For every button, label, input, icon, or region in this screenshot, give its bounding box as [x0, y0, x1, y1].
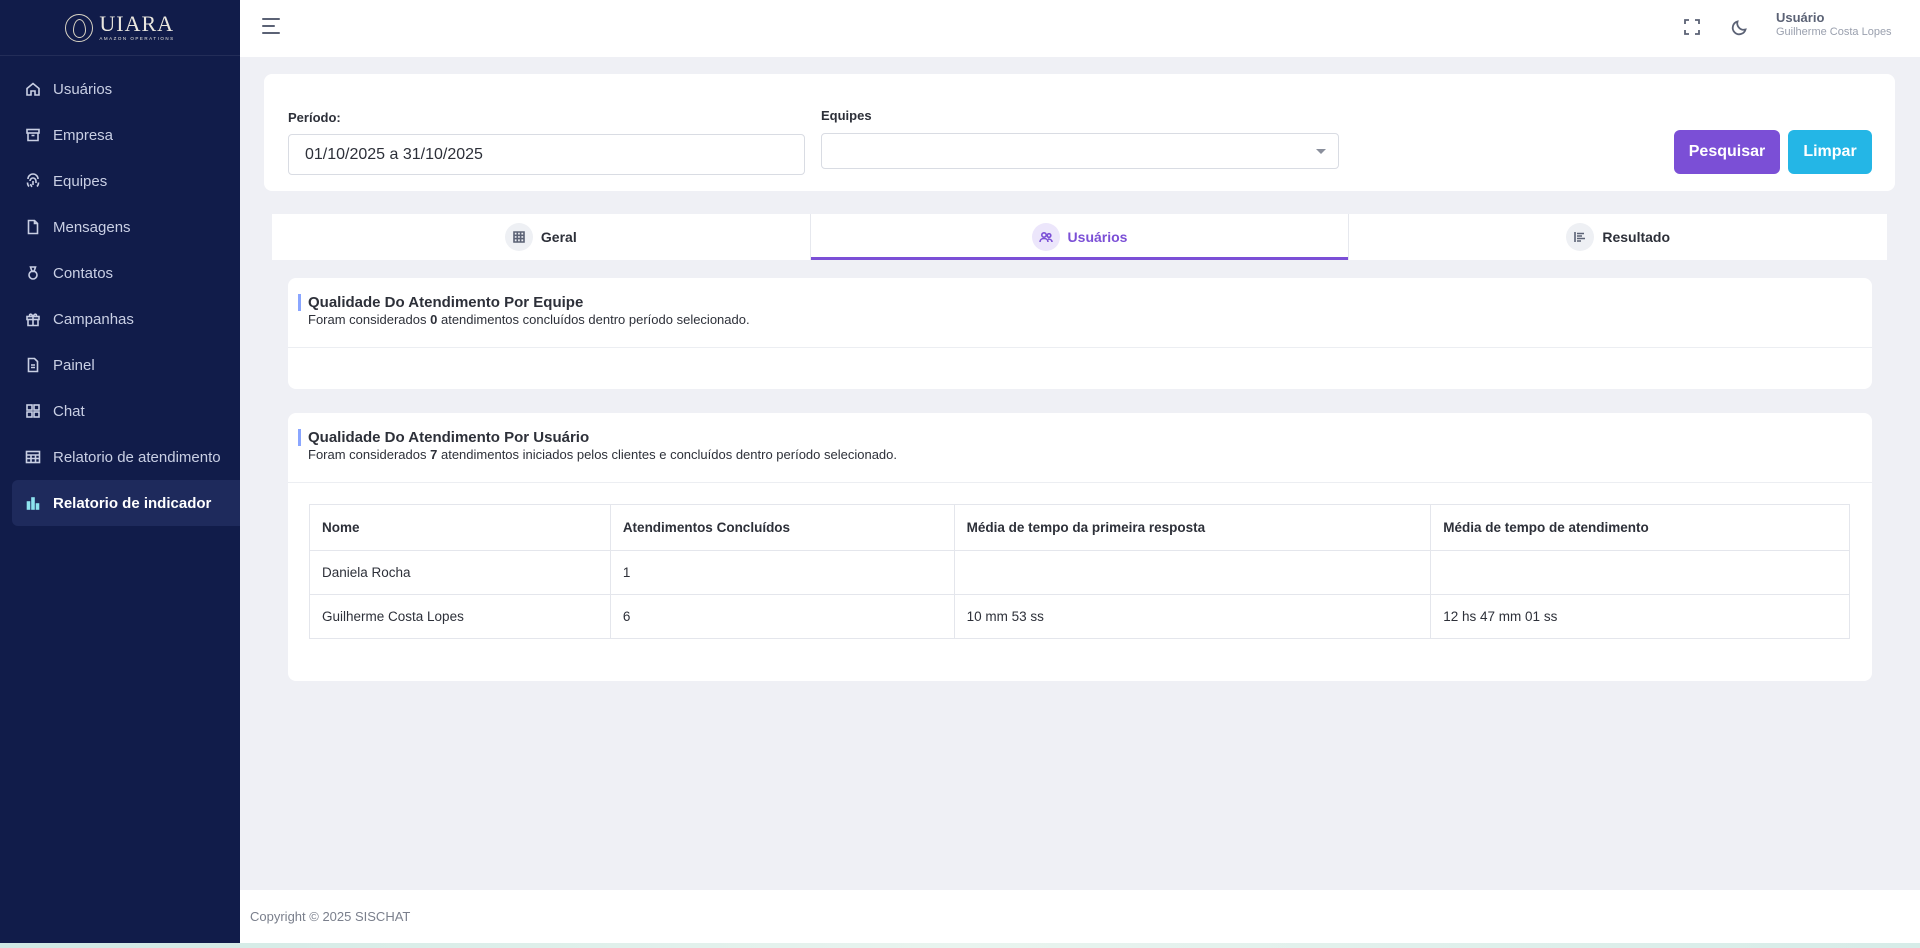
cell-primeira-resposta [953, 550, 1432, 595]
sidebar-item-relatorio-indicador[interactable]: Relatorio de indicador [12, 480, 240, 526]
grid-pattern-icon [504, 223, 533, 251]
tab-label: Resultado [1602, 229, 1671, 245]
teams-label: Equipes [821, 108, 872, 123]
cell-primeira-resposta: 10 mm 53 ss [953, 594, 1432, 639]
table-icon [25, 450, 41, 464]
sidebar-nav: Usuários Empresa Equipes Mensagens Conta… [0, 56, 240, 526]
sidebar-item-campanhas[interactable]: Campanhas [12, 296, 240, 342]
column-header-atendimentos[interactable]: Atendimentos Concluídos [609, 504, 955, 551]
sidebar-item-chat[interactable]: Chat [12, 388, 240, 434]
sidebar-item-label: Chat [53, 402, 85, 420]
user-quality-title: Qualidade Do Atendimento Por Usuário [298, 429, 1862, 446]
users-icon [1031, 223, 1060, 251]
brand-logo: UIARA AMAZON OPERATIONS [65, 13, 174, 42]
copyright-text: Copyright © 2025 SISCHAT [250, 909, 411, 924]
teams-select[interactable] [821, 133, 1339, 169]
tab-usuarios[interactable]: Usuários [810, 214, 1350, 260]
sidebar-item-relatorio-atendimento[interactable]: Relatorio de atendimento [12, 434, 240, 480]
logo-area[interactable]: UIARA AMAZON OPERATIONS [0, 0, 240, 56]
sidebar-item-label: Campanhas [53, 310, 134, 328]
bottom-strip [0, 943, 1920, 948]
sidebar-item-label: Empresa [53, 126, 114, 144]
cell-nome: Daniela Rocha [309, 550, 611, 595]
user-quality-card: Qualidade Do Atendimento Por Usuário For… [288, 413, 1872, 681]
sidebar-item-equipes[interactable]: Equipes [12, 158, 240, 204]
cell-nome: Guilherme Costa Lopes [309, 594, 611, 639]
cell-atendimentos: 1 [609, 550, 955, 595]
sidebar-item-usuarios[interactable]: Usuários [12, 66, 240, 112]
sidebar-item-mensagens[interactable]: Mensagens [12, 204, 240, 250]
document-icon [27, 357, 39, 373]
user-menu[interactable]: Usuário Guilherme Costa Lopes [1776, 10, 1892, 39]
bar-list-icon [1566, 223, 1595, 251]
column-header-nome[interactable]: Nome [309, 504, 611, 551]
fingerprint-icon [26, 173, 40, 188]
user-quality-table: Nome Atendimentos Concluídos Média de te… [309, 504, 1850, 639]
cell-tempo-atendimento: 12 hs 47 mm 01 ss [1430, 594, 1850, 639]
filter-card: Período: 01/10/2025 a 31/10/2025 Equipes… [264, 74, 1895, 191]
file-icon [27, 219, 39, 235]
column-header-tempo-atendimento[interactable]: Média de tempo de atendimento [1430, 504, 1850, 551]
cell-tempo-atendimento [1430, 550, 1850, 595]
report-tabs: Geral Usuários Resultado [272, 214, 1887, 260]
chevron-down-icon [1316, 149, 1326, 154]
team-quality-card: Qualidade Do Atendimento Por Equipe Fora… [288, 278, 1872, 389]
sidebar-item-painel[interactable]: Painel [12, 342, 240, 388]
table-row: Guilherme Costa Lopes 6 10 mm 53 ss 12 h… [309, 594, 1850, 639]
sidebar-item-label: Equipes [53, 172, 108, 190]
medal-icon [28, 266, 38, 280]
sidebar-item-label: Relatorio de indicador [53, 494, 212, 512]
column-header-primeira-resposta[interactable]: Média de tempo da primeira resposta [953, 504, 1432, 551]
tab-label: Geral [540, 229, 577, 245]
moon-icon[interactable] [1730, 17, 1750, 37]
tab-label: Usuários [1067, 229, 1128, 245]
clear-button[interactable]: Limpar [1788, 130, 1872, 174]
sidebar-item-contatos[interactable]: Contatos [12, 250, 240, 296]
team-quality-count: 0 [430, 312, 438, 327]
gift-icon [26, 313, 40, 327]
table-row: Daniela Rocha 1 [309, 550, 1850, 595]
top-header: Usuário Guilherme Costa Lopes [240, 0, 1920, 57]
sidebar-item-label: Mensagens [53, 218, 131, 236]
team-quality-header: Qualidade Do Atendimento Por Equipe Fora… [288, 278, 1872, 348]
user-quality-subtitle: Foram considerados 7 atendimentos inicia… [308, 447, 897, 462]
period-input[interactable]: 01/10/2025 a 31/10/2025 [288, 134, 805, 175]
user-quality-header: Qualidade Do Atendimento Por Usuário For… [288, 413, 1872, 483]
cell-atendimentos: 6 [609, 594, 955, 639]
home-icon [26, 82, 40, 96]
grid-icon [26, 404, 40, 418]
user-quality-count: 7 [430, 447, 438, 462]
menu-toggle-icon[interactable] [262, 18, 280, 34]
team-quality-subtitle: Foram considerados 0 atendimentos conclu… [308, 312, 750, 327]
sidebar-item-label: Relatorio de atendimento [53, 448, 221, 466]
user-role: Usuário [1776, 10, 1825, 25]
user-name: Guilherme Costa Lopes [1776, 25, 1892, 38]
footer: Copyright © 2025 SISCHAT [240, 890, 1920, 943]
sidebar: UIARA AMAZON OPERATIONS Usuários Empresa… [0, 0, 240, 943]
sidebar-item-label: Painel [53, 356, 95, 374]
tab-resultado[interactable]: Resultado [1349, 214, 1887, 260]
sidebar-item-empresa[interactable]: Empresa [12, 112, 240, 158]
logo-text: UIARA [99, 11, 175, 37]
search-button[interactable]: Pesquisar [1674, 130, 1780, 174]
table-header-row: Nome Atendimentos Concluídos Média de te… [309, 504, 1850, 551]
team-quality-title: Qualidade Do Atendimento Por Equipe [298, 294, 1862, 311]
logo-subtext: AMAZON OPERATIONS [99, 36, 175, 42]
tab-geral[interactable]: Geral [272, 214, 811, 260]
archive-icon [26, 128, 40, 142]
bar-chart-icon [26, 497, 40, 510]
sidebar-item-label: Usuários [53, 80, 113, 98]
fullscreen-icon[interactable] [1682, 17, 1702, 37]
sidebar-item-label: Contatos [53, 264, 114, 282]
logo-mark-icon [65, 13, 94, 42]
period-label: Período: [288, 110, 341, 125]
